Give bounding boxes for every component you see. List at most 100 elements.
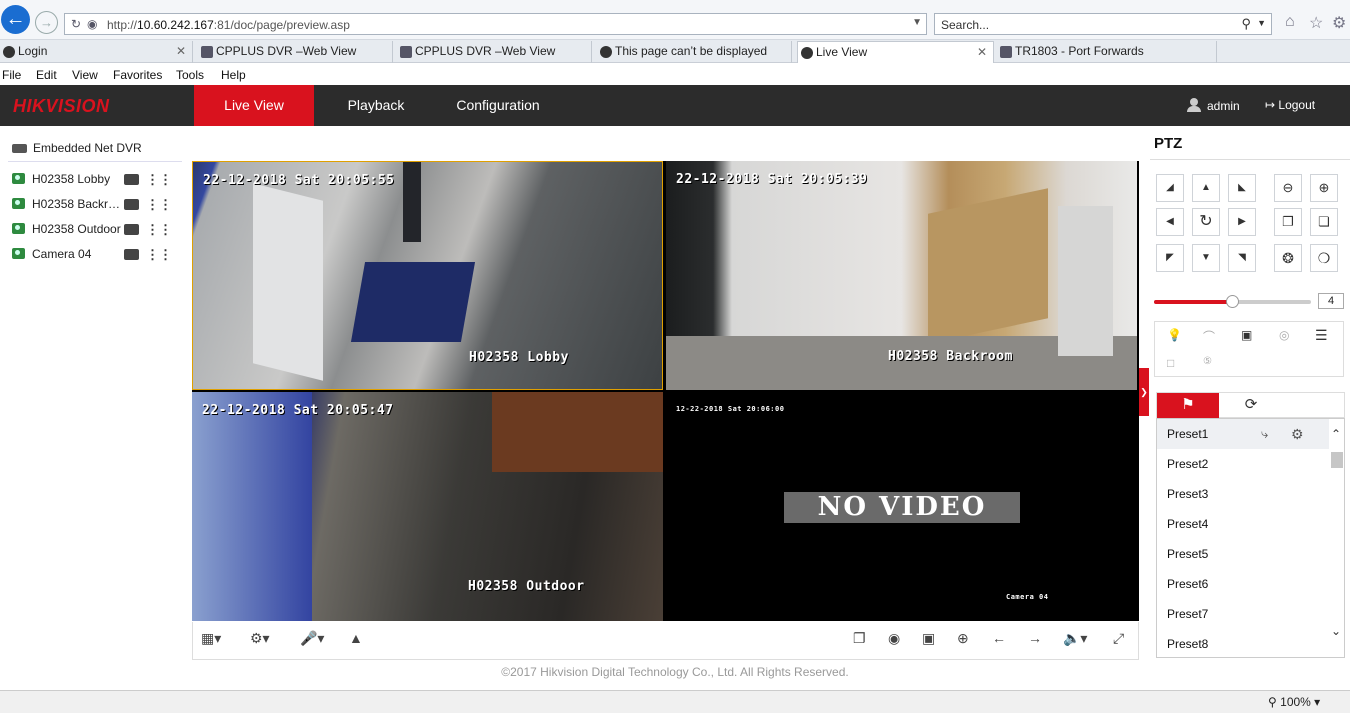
- record-icon[interactable]: [124, 174, 139, 185]
- e-zoom-icon[interactable]: ▲: [349, 630, 363, 646]
- camera-item[interactable]: H02358 Lobby ⋮⋮: [12, 172, 182, 192]
- browser-tab[interactable]: CPPLUS DVR –Web View: [198, 41, 393, 63]
- zoom-out-icon[interactable]: ⊖: [1274, 174, 1302, 202]
- home-icon[interactable]: ⌂: [1285, 13, 1295, 31]
- list-item[interactable]: Preset2: [1157, 449, 1329, 479]
- record-icon[interactable]: [124, 224, 139, 235]
- list-item[interactable]: Preset7: [1157, 599, 1329, 629]
- window-layout-icon[interactable]: ▦▾: [201, 630, 221, 646]
- record-all-icon[interactable]: ▣: [922, 630, 935, 646]
- list-item[interactable]: Preset5: [1157, 539, 1329, 569]
- record-icon[interactable]: [124, 199, 139, 210]
- nav-configuration[interactable]: Configuration: [440, 85, 556, 126]
- auto-focus-icon[interactable]: ▣: [1241, 328, 1252, 342]
- ptz-up-right-button[interactable]: ◣: [1228, 174, 1256, 202]
- menu-edit[interactable]: Edit: [36, 68, 57, 82]
- collapse-panel-button[interactable]: ❯: [1139, 368, 1149, 416]
- back-button[interactable]: ←: [1, 5, 30, 34]
- chevron-down-icon[interactable]: ⌄: [1331, 624, 1341, 638]
- camera-item[interactable]: H02358 Outdoor ⋮⋮: [12, 222, 182, 242]
- ptz-speed-slider[interactable]: [1154, 295, 1311, 308]
- list-item[interactable]: Preset1 ⤷ ⚙: [1157, 419, 1329, 449]
- ptz-auto-button[interactable]: ↻: [1192, 208, 1220, 236]
- next-page-icon[interactable]: →: [1028, 630, 1042, 646]
- preset-tab[interactable]: ⚑: [1157, 393, 1219, 418]
- browser-tab[interactable]: TR1803 - Port Forwards: [997, 41, 1217, 63]
- ptz-up-button[interactable]: ▲: [1192, 174, 1220, 202]
- slider-handle[interactable]: [1226, 295, 1239, 308]
- list-item[interactable]: Preset3: [1157, 479, 1329, 509]
- video-view-backroom[interactable]: 22-12-2018 Sat 20:05:39 H02358 Backroom: [666, 161, 1137, 390]
- camera-item[interactable]: H02358 Backroom ⋮⋮: [12, 197, 182, 217]
- address-bar[interactable]: ↻ ◉ http://10.60.242.167:81/doc/page/pre…: [64, 13, 927, 35]
- nav-live-view[interactable]: Live View: [194, 85, 314, 126]
- search-input[interactable]: Search... ⚲ ▼: [934, 13, 1272, 35]
- menu-tools[interactable]: Tools: [176, 68, 204, 82]
- focus-far-icon[interactable]: ❏: [1310, 208, 1338, 236]
- ptz-down-right-button[interactable]: ◥: [1228, 244, 1256, 272]
- ptz-left-button[interactable]: ◀: [1156, 208, 1184, 236]
- light-icon[interactable]: 💡: [1167, 328, 1182, 342]
- chevron-up-icon[interactable]: ⌃: [1331, 427, 1341, 441]
- record-icon[interactable]: [124, 249, 139, 260]
- star-icon[interactable]: ☆: [1309, 13, 1323, 33]
- browser-tab[interactable]: Login ✕: [0, 41, 193, 63]
- wiper-icon[interactable]: ⌒: [1203, 328, 1215, 345]
- goto-preset-icon[interactable]: ⤷: [1261, 419, 1268, 449]
- browser-tab[interactable]: CPPLUS DVR –Web View: [397, 41, 592, 63]
- refresh-icon[interactable]: ↻: [71, 17, 81, 31]
- logout-button[interactable]: ↦ Logout: [1265, 98, 1315, 112]
- forward-button[interactable]: →: [35, 11, 58, 34]
- fullscreen-icon[interactable]: ⤢: [1113, 630, 1124, 646]
- close-icon[interactable]: ✕: [176, 41, 186, 62]
- list-item[interactable]: Preset8: [1157, 629, 1329, 657]
- iris-close-icon[interactable]: ❍: [1310, 244, 1338, 272]
- previous-page-icon[interactable]: ←: [992, 630, 1006, 646]
- ptz-down-button[interactable]: ▼: [1192, 244, 1220, 272]
- ptz-control-icon[interactable]: ⋮⋮: [146, 222, 172, 238]
- zoom-in-icon[interactable]: ⊕: [957, 630, 969, 646]
- stream-type-icon[interactable]: ⚙▾: [250, 630, 270, 646]
- zoom-level[interactable]: ⚲ 100% ▾: [1268, 695, 1320, 709]
- 3d-positioning-icon[interactable]: ⑤: [1203, 356, 1212, 367]
- video-view-camera-04[interactable]: 12-22-2018 Sat 20:06:00 NO VIDEO Camera …: [666, 392, 1137, 621]
- scrollbar-thumb[interactable]: [1331, 452, 1343, 468]
- menu-icon[interactable]: ☰: [1315, 327, 1328, 344]
- close-icon[interactable]: ✕: [977, 42, 987, 63]
- browser-tab-active[interactable]: Live View ✕: [797, 41, 994, 63]
- ptz-control-icon[interactable]: ⋮⋮: [146, 172, 172, 188]
- focus-near-icon[interactable]: ❐: [1274, 208, 1302, 236]
- user-menu[interactable]: admin: [1187, 98, 1240, 113]
- video-view-outdoor[interactable]: 22-12-2018 Sat 20:05:47 H02358 Outdoor: [192, 392, 663, 621]
- video-view-lobby[interactable]: 22-12-2018 Sat 20:05:55 H02358 Lobby: [192, 161, 663, 390]
- lens-init-icon[interactable]: ◎: [1279, 328, 1289, 342]
- dvr-root[interactable]: Embedded Net DVR: [12, 141, 142, 155]
- ptz-right-button[interactable]: ▶: [1228, 208, 1256, 236]
- ptz-down-left-button[interactable]: ◤: [1156, 244, 1184, 272]
- menu-file[interactable]: File: [2, 68, 21, 82]
- stop-all-icon[interactable]: ❐: [853, 630, 866, 646]
- menu-help[interactable]: Help: [221, 68, 246, 82]
- patrol-tab[interactable]: ⟳: [1220, 393, 1282, 418]
- camera-item[interactable]: Camera 04 ⋮⋮: [12, 247, 182, 267]
- ptz-up-left-button[interactable]: ◢: [1156, 174, 1184, 202]
- ptz-control-icon[interactable]: ⋮⋮: [146, 197, 172, 213]
- chevron-down-icon[interactable]: ▼: [912, 17, 922, 28]
- 3d-zoom-icon[interactable]: □: [1167, 356, 1174, 370]
- gear-icon[interactable]: ⚙: [1332, 13, 1346, 33]
- microphone-icon[interactable]: 🎤▾: [300, 630, 324, 646]
- chevron-down-icon[interactable]: ▼: [1257, 18, 1266, 28]
- menu-favorites[interactable]: Favorites: [113, 68, 162, 82]
- iris-open-icon[interactable]: ❂: [1274, 244, 1302, 272]
- zoom-in-icon[interactable]: ⊕: [1310, 174, 1338, 202]
- menu-view[interactable]: View: [72, 68, 98, 82]
- scrollbar[interactable]: ⌃ ⌄: [1329, 419, 1344, 657]
- capture-icon[interactable]: ◉: [888, 630, 900, 646]
- list-item[interactable]: Preset6: [1157, 569, 1329, 599]
- nav-playback[interactable]: Playback: [330, 85, 422, 126]
- list-item[interactable]: Preset4: [1157, 509, 1329, 539]
- browser-tab[interactable]: This page can’t be displayed: [597, 41, 792, 63]
- search-icon[interactable]: ⚲: [1241, 16, 1251, 32]
- ptz-control-icon[interactable]: ⋮⋮: [146, 247, 172, 263]
- volume-icon[interactable]: 🔈▾: [1063, 630, 1087, 646]
